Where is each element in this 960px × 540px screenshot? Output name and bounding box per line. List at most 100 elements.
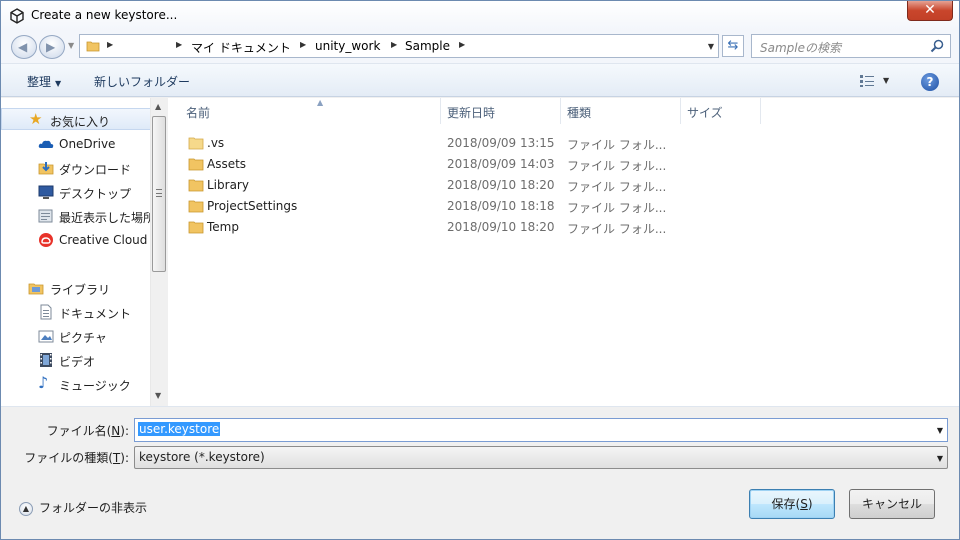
unity-icon	[10, 8, 24, 24]
cancel-button[interactable]: キャンセル	[849, 489, 935, 519]
help-icon[interactable]: ?	[921, 73, 939, 91]
pictures-icon	[38, 330, 54, 343]
nav-item-recent-places[interactable]: 最近表示した場所	[1, 205, 151, 227]
nav-scrollbar[interactable]: ▲ ▼	[150, 98, 167, 406]
grip-icon	[156, 189, 162, 197]
file-date: 2018/09/09 13:15	[447, 136, 555, 150]
folder-icon	[86, 41, 100, 52]
nav-item-label: ピクチャ	[59, 331, 107, 345]
accelerator-key: S	[800, 497, 808, 511]
table-row[interactable]: .vs 2018/09/09 13:15 ファイル フォル...	[168, 133, 668, 154]
file-name: Temp	[207, 220, 239, 234]
accelerator-key: N	[111, 424, 121, 438]
column-header-name[interactable]: 名前 ▲	[180, 98, 441, 124]
nav-item-videos[interactable]: ビデオ	[1, 349, 151, 371]
arrow-left-icon: ◀	[18, 40, 28, 54]
scroll-up-icon[interactable]: ▲	[155, 102, 161, 111]
file-name: Library	[207, 178, 249, 192]
search-input[interactable]: Sampleの検索	[760, 39, 841, 56]
file-date: 2018/09/10 18:20	[447, 220, 555, 234]
cloud-icon	[38, 140, 54, 148]
hide-folders-toggle[interactable]: ▲ フォルダーの非表示	[19, 499, 147, 516]
nav-item-documents[interactable]: ドキュメント	[1, 301, 151, 323]
breadcrumb-separator[interactable]: ▶	[459, 40, 465, 49]
search-box[interactable]: Sampleの検索	[751, 34, 951, 58]
column-header-size[interactable]: サイズ	[681, 98, 761, 124]
label-text: ):	[120, 424, 129, 438]
forward-button[interactable]: ▶	[39, 35, 65, 59]
breadcrumb-separator[interactable]: ▶	[176, 40, 182, 49]
table-row[interactable]: ProjectSettings 2018/09/10 18:18 ファイル フォ…	[168, 196, 668, 217]
title-bar[interactable]: Create a new keystore... ✕	[1, 1, 959, 31]
filetype-value: keystore (*.keystore)	[139, 450, 265, 464]
label-text: ファイルの種類(	[24, 451, 113, 465]
recent-pages-dropdown[interactable]: ▼	[68, 41, 74, 50]
file-type: ファイル フォル...	[567, 222, 667, 236]
nav-item-creative-cloud[interactable]: Creative Cloud	[1, 229, 151, 251]
filename-label: ファイル名(N):	[21, 422, 129, 439]
save-button[interactable]: 保存(S)	[749, 489, 835, 519]
label-text: ):	[120, 451, 129, 465]
nav-item-downloads[interactable]: ダウンロード	[1, 157, 151, 179]
breadcrumb-sample[interactable]: Sample	[405, 39, 450, 53]
scrollbar-thumb[interactable]	[152, 116, 166, 272]
nav-item-label: お気に入り	[50, 115, 111, 129]
column-label: 名前	[186, 106, 211, 120]
breadcrumb-my-documents[interactable]: マイ ドキュメント	[191, 39, 291, 56]
document-icon	[40, 304, 52, 320]
music-icon: ♪	[38, 373, 49, 392]
downloads-icon	[38, 162, 54, 175]
nav-item-libraries[interactable]: ライブラリ	[1, 277, 151, 299]
folder-icon	[188, 221, 204, 234]
table-row[interactable]: Library 2018/09/10 18:20 ファイル フォル...	[168, 175, 668, 196]
column-header-type[interactable]: 種類	[561, 98, 681, 124]
view-options-icon[interactable]	[859, 74, 875, 88]
file-name: .vs	[207, 136, 225, 150]
address-dropdown[interactable]: ▼	[708, 42, 714, 51]
breadcrumb-unity-work[interactable]: unity_work	[315, 39, 380, 53]
nav-item-label: ミュージック	[59, 379, 131, 393]
filetype-label: ファイルの種類(T):	[9, 449, 129, 466]
navigation-pane: ★ お気に入り OneDrive ダウンロード デスクトップ 最近表示した場所 …	[1, 98, 167, 406]
filename-input-value[interactable]: user.keystore	[138, 422, 221, 436]
nav-item-favorites[interactable]: ★ お気に入り	[1, 108, 151, 130]
window-title: Create a new keystore...	[31, 8, 178, 22]
refresh-button[interactable]: ⇆	[722, 35, 744, 57]
column-header-date[interactable]: 更新日時	[441, 98, 561, 124]
breadcrumb-separator[interactable]: ▶	[300, 40, 306, 49]
file-date: 2018/09/10 18:20	[447, 178, 555, 192]
column-label: 更新日時	[447, 106, 496, 120]
breadcrumb-separator[interactable]: ▶	[391, 40, 397, 49]
folder-icon	[188, 179, 204, 192]
recent-places-icon	[38, 209, 53, 223]
creative-cloud-icon	[39, 233, 53, 247]
file-type: ファイル フォル...	[567, 138, 667, 152]
file-date: 2018/09/10 18:18	[447, 199, 555, 213]
nav-item-label: OneDrive	[59, 137, 116, 151]
view-dropdown[interactable]: ▼	[883, 76, 889, 85]
organize-button[interactable]: 整理 ▼	[27, 73, 61, 90]
nav-item-music[interactable]: ♪ ミュージック	[1, 373, 151, 395]
table-row[interactable]: Assets 2018/09/09 14:03 ファイル フォル...	[168, 154, 668, 175]
search-icon[interactable]	[930, 39, 944, 53]
address-bar[interactable]: ▶ ▶ マイ ドキュメント ▶ unity_work ▶ Sample ▶ ▼	[79, 34, 719, 58]
chevron-down-icon[interactable]: ▼	[937, 426, 943, 435]
scroll-down-icon[interactable]: ▼	[155, 391, 161, 400]
nav-item-desktop[interactable]: デスクトップ	[1, 181, 151, 203]
breadcrumb-separator[interactable]: ▶	[107, 40, 113, 49]
nav-item-onedrive[interactable]: OneDrive	[1, 133, 151, 155]
nav-item-pictures[interactable]: ピクチャ	[1, 325, 151, 347]
back-button[interactable]: ◀	[11, 35, 37, 59]
file-date: 2018/09/09 14:03	[447, 157, 555, 171]
close-button[interactable]: ✕	[907, 1, 953, 21]
table-row[interactable]: Temp 2018/09/10 18:20 ファイル フォル...	[168, 217, 668, 238]
column-label: 種類	[567, 106, 592, 120]
desktop-icon	[38, 185, 54, 199]
filename-field[interactable]: user.keystore ▼	[134, 418, 948, 442]
new-folder-button[interactable]: 新しいフォルダー	[94, 73, 190, 90]
file-type: ファイル フォル...	[567, 201, 667, 215]
nav-item-label: デスクトップ	[59, 187, 132, 201]
sort-ascending-icon: ▲	[317, 98, 324, 107]
filetype-select[interactable]: keystore (*.keystore) ▼	[134, 446, 948, 469]
column-label: サイズ	[687, 106, 723, 120]
